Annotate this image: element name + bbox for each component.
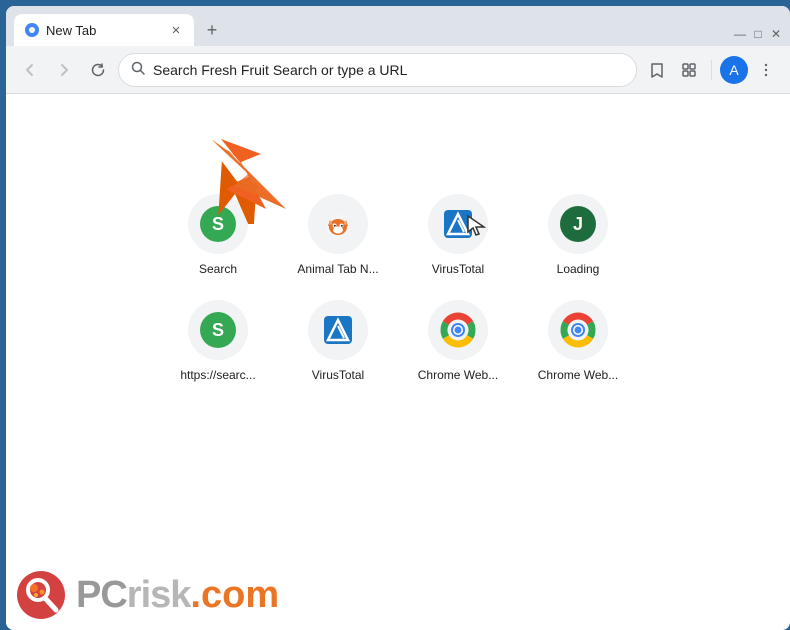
chrome-web-1-dial-label: Chrome Web... — [418, 368, 498, 382]
animal-tab-icon-wrapper — [308, 194, 368, 254]
https-search-icon-wrapper: S — [188, 300, 248, 360]
loading-dial-icon: J — [560, 206, 596, 242]
speed-dial-virustotal-2[interactable]: VirusTotal — [288, 300, 388, 382]
speed-dial-chrome-web-2[interactable]: Chrome Web... — [528, 300, 628, 382]
back-button[interactable] — [16, 56, 44, 84]
extensions-button[interactable] — [675, 56, 703, 84]
virustotal-2-icon-wrapper — [308, 300, 368, 360]
menu-button[interactable] — [752, 56, 780, 84]
https-search-dial-icon: S — [200, 312, 236, 348]
chrome-web-1-icon-wrapper — [428, 300, 488, 360]
loading-dial-label: Loading — [557, 262, 600, 276]
address-bar[interactable] — [118, 53, 637, 87]
virustotal-2-icon — [320, 312, 356, 348]
maximize-button[interactable]: □ — [752, 28, 764, 40]
pcrisk-logo-icon — [16, 570, 66, 620]
browser-window: New Tab ✕ + — □ ✕ — [6, 6, 790, 630]
chrome-web-1-icon — [440, 312, 476, 348]
window-controls: — □ ✕ — [734, 28, 782, 46]
minimize-button[interactable]: — — [734, 28, 746, 40]
active-tab[interactable]: New Tab ✕ — [14, 14, 194, 46]
reload-button[interactable] — [84, 56, 112, 84]
forward-button[interactable] — [50, 56, 78, 84]
profile-button[interactable]: A — [720, 56, 748, 84]
address-input[interactable] — [153, 62, 624, 78]
toolbar-right: A — [643, 56, 780, 84]
tab-close-button[interactable]: ✕ — [168, 22, 184, 38]
search-dial-label: Search — [199, 262, 237, 276]
search-dial-icon-wrapper: S — [188, 194, 248, 254]
pcrisk-text: PCrisk.com — [76, 574, 279, 617]
speed-dial-virustotal-1[interactable]: VirusTotal — [408, 194, 508, 276]
pcrisk-watermark: PCrisk.com — [16, 570, 279, 620]
new-tab-button[interactable]: + — [198, 16, 226, 44]
bookmark-button[interactable] — [643, 56, 671, 84]
speed-dial-loading[interactable]: J Loading — [528, 194, 628, 276]
animal-tab-dial-label: Animal Tab N... — [297, 262, 378, 276]
speed-dial-https-search[interactable]: S https://searc... — [168, 300, 268, 382]
https-search-dial-label: https://searc... — [180, 368, 255, 382]
speed-dial-chrome-web-1[interactable]: Chrome Web... — [408, 300, 508, 382]
speed-dial-grid: S Search — [168, 194, 628, 382]
page-content: S Search — [6, 94, 790, 630]
chrome-web-2-icon — [560, 312, 596, 348]
tab-favicon — [24, 22, 40, 38]
toolbar-divider — [711, 60, 712, 80]
loading-icon-wrapper: J — [548, 194, 608, 254]
search-icon — [131, 61, 145, 78]
chrome-web-2-dial-label: Chrome Web... — [538, 368, 618, 382]
virustotal-1-dial-label: VirusTotal — [432, 262, 484, 276]
speed-dial-animal-tab[interactable]: Animal Tab N... — [288, 194, 388, 276]
virustotal-1-icon-wrapper — [428, 194, 488, 254]
tab-title: New Tab — [46, 23, 162, 38]
close-button[interactable]: ✕ — [770, 28, 782, 40]
animal-tab-icon — [320, 206, 356, 242]
speed-dial-search[interactable]: S Search — [168, 194, 268, 276]
virustotal-1-icon — [440, 206, 476, 242]
tab-bar: New Tab ✕ + — □ ✕ — [6, 6, 790, 46]
virustotal-2-dial-label: VirusTotal — [312, 368, 364, 382]
search-dial-icon: S — [200, 206, 236, 242]
chrome-web-2-icon-wrapper — [548, 300, 608, 360]
toolbar: A — [6, 46, 790, 94]
